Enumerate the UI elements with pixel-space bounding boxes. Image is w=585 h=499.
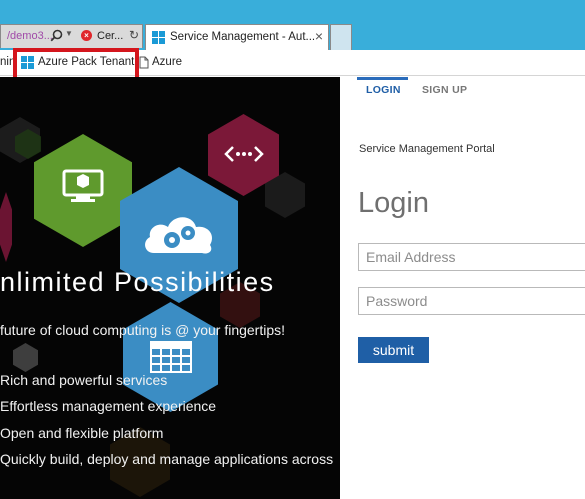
feature-item: Quickly build, deploy and manage applica… — [0, 451, 334, 467]
monitor-box-icon — [62, 169, 104, 202]
windows-logo-icon — [21, 56, 34, 69]
address-url[interactable]: /demo3... — [7, 30, 53, 42]
feature-item: Open and flexible platform — [0, 425, 164, 441]
browser-tab-strip: /demo3... ▼ × Cer... ↻ Service Managemen… — [0, 0, 585, 50]
page-icon — [139, 56, 149, 69]
tab-sign-up[interactable]: SIGN UP — [422, 84, 467, 96]
feature-item: Effortless management experience — [0, 398, 217, 414]
tab-login[interactable]: LOGIN — [366, 84, 401, 96]
favorites-bar: nin Azure Pack Tenant Azure — [0, 50, 585, 76]
active-tab-indicator — [357, 77, 408, 80]
tab-title: Service Management - Aut... — [170, 31, 316, 43]
hero-title: nlimited Possibilities — [0, 267, 275, 297]
search-icon[interactable] — [50, 29, 63, 42]
login-panel: LOGIN SIGN UP Service Management Portal … — [340, 77, 585, 499]
code-connection-icon — [224, 146, 264, 162]
certificate-error-label[interactable]: Cer... — [97, 30, 123, 42]
decorative-hex — [0, 192, 12, 262]
cloud-gears-icon — [145, 217, 213, 254]
hero-banner: nlimited Possibilities future of cloud c… — [0, 77, 340, 499]
tab-service-management[interactable]: Service Management - Aut... × — [145, 24, 329, 50]
refresh-icon[interactable]: ↻ — [129, 28, 139, 42]
password-field[interactable] — [358, 287, 585, 315]
close-tab-icon[interactable]: × — [315, 28, 323, 44]
portal-name: Service Management Portal — [359, 143, 495, 155]
dropdown-arrow-icon[interactable]: ▼ — [65, 29, 73, 38]
feature-item: Rich and powerful services — [0, 372, 168, 388]
favorite-label: Azure — [152, 56, 183, 68]
windows-logo-icon — [152, 31, 165, 44]
certificate-error-icon[interactable]: × — [81, 30, 92, 41]
email-field[interactable] — [358, 243, 585, 271]
favorite-item-partial[interactable]: nin — [0, 56, 15, 68]
hero-subtitle: future of cloud computing is @ your fing… — [0, 322, 286, 338]
new-tab-button[interactable] — [330, 24, 352, 50]
address-bar-tab[interactable]: /demo3... ▼ × Cer... ↻ — [0, 24, 143, 48]
table-grid-icon — [150, 341, 192, 373]
decorative-hex — [13, 343, 38, 372]
favorite-label: Azure Pack Tenant — [38, 56, 135, 68]
page-title: Login — [358, 187, 429, 219]
submit-button[interactable]: submit — [358, 337, 429, 363]
